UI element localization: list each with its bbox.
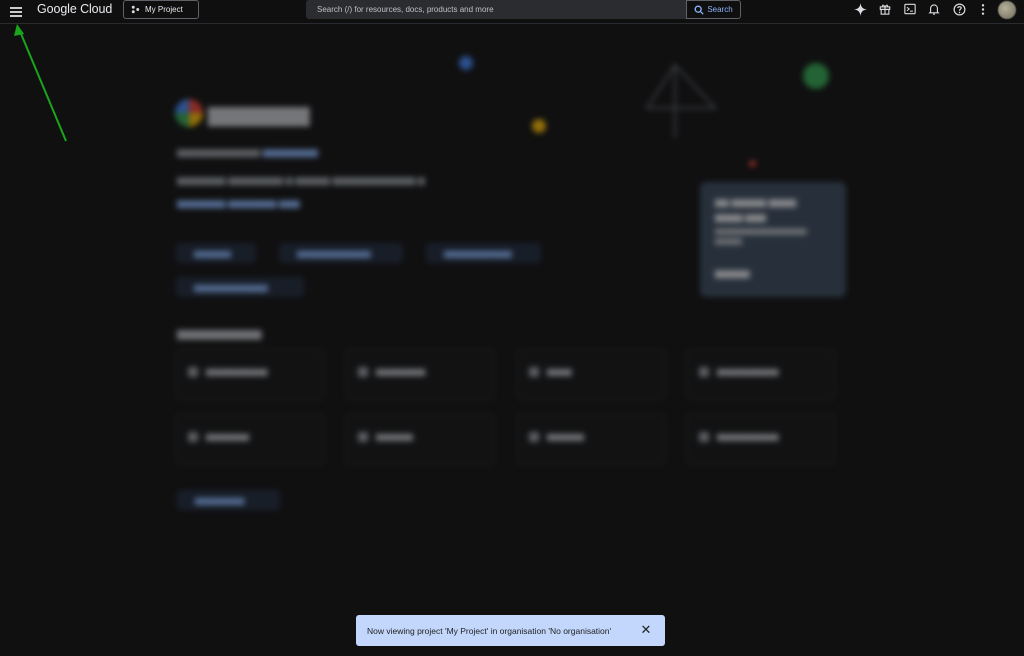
cloud-shell-icon[interactable] [903,2,917,16]
gemini-sparkle-icon[interactable] [853,2,867,16]
search-button-label: Search [707,5,733,14]
blurred-text-line: ▆▆ ▆▆▆▆▆ ▆▆▆▆ [715,197,797,207]
brand-logo[interactable]: Google Cloud [37,2,112,16]
blurred-text-line: ▆▆▆▆ ▆▆▆ [715,212,766,222]
blurred-product-card: ▆▆▆▆▆▆▆ [175,413,325,465]
search-icon [694,5,704,15]
close-icon[interactable]: ✕ [639,623,653,637]
decorative-red-dot [749,160,756,167]
blurred-product-card: ▆▆▆▆▆▆▆▆ [345,348,495,400]
blurred-section-heading: ▆▆▆▆▆▆▆▆▆▆ [177,328,262,340]
blurred-product-card: ▆▆▆▆▆▆ [516,413,666,465]
blurred-action-chip: ▆▆▆▆▆▆ [176,243,256,263]
gift-icon[interactable] [878,2,892,16]
project-snackbar: Now viewing project 'My Project' in orga… [356,615,665,646]
search-button[interactable]: Search [686,0,741,19]
blurred-product-card: ▆▆▆▆▆▆▆▆▆▆ [686,413,836,465]
blurred-text-line: ▆▆▆▆▆ [715,238,742,245]
decorative-blue-dot [459,56,473,70]
project-picker-label: My Project [145,5,183,14]
blurred-product-card: ▆▆▆▆▆▆▆▆▆▆ [686,348,836,400]
blurred-product-card: ▆▆▆▆ [516,348,666,400]
snackbar-message: Now viewing project 'My Project' in orga… [367,625,612,636]
decorative-green-dot [803,63,829,89]
blurred-product-card: ▆▆▆▆▆▆▆▆▆▆ [175,348,325,400]
blurred-action-chip: ▆▆▆▆▆▆▆▆▆▆▆▆ [176,277,304,297]
blurred-product-card: ▆▆▆▆▆▆ [345,413,495,465]
blurred-text-line: ▆▆▆▆▆▆▆ ▆▆▆▆▆▆▆▆ ▆ ▆▆▆▆▆ ▆▆▆▆▆▆▆▆▆▆▆▆ ▆ [177,175,425,185]
blurred-text-line: ▆▆▆▆▆▆▆▆▆▆▆▆ ▆▆▆▆▆▆▆▆ [177,147,318,157]
blurred-action-chip: ▆▆▆▆▆▆▆▆▆▆▆ [426,243,541,263]
blurred-text-line: ▆▆▆▆▆▆▆ ▆▆▆▆▆▆▆ ▆▆▆ [177,198,300,208]
help-icon[interactable] [952,2,966,16]
blurred-welcome-heading: ▆▆▆▆▆▆ [208,101,310,126]
project-picker-button[interactable]: My Project [123,0,199,19]
blurred-promo-card: ▆▆ ▆▆▆▆▆ ▆▆▆▆ ▆▆▆▆ ▆▆▆ ▆▆▆▆▆▆▆▆▆▆▆▆▆▆▆▆▆… [700,182,846,297]
more-vert-icon[interactable] [978,2,988,16]
account-avatar[interactable] [998,1,1016,19]
project-icon [131,5,140,14]
top-bar: Google Cloud My Project Search [0,0,1024,24]
blurred-text-line: ▆▆▆▆▆▆▆▆▆▆▆▆▆▆▆▆▆ [715,228,807,235]
blurred-welcome-page: ▆▆▆▆▆▆ ▆▆▆▆▆▆▆▆▆▆▆▆ ▆▆▆▆▆▆▆▆ ▆▆▆▆▆▆▆ ▆▆▆… [0,25,1024,656]
decorative-yellow-dot [532,119,546,133]
search-input[interactable] [306,0,686,19]
blurred-text-line: ▆▆▆▆▆ [715,268,750,278]
menu-icon[interactable] [9,3,25,19]
decorative-outline-shape [645,63,718,138]
notifications-bell-icon[interactable] [927,2,941,16]
blurred-action-chip: ▆▆▆▆▆▆▆▆ [177,490,280,510]
blurred-welcome-logo [175,99,203,127]
blurred-action-chip: ▆▆▆▆▆▆▆▆▆▆▆▆ [279,243,403,263]
